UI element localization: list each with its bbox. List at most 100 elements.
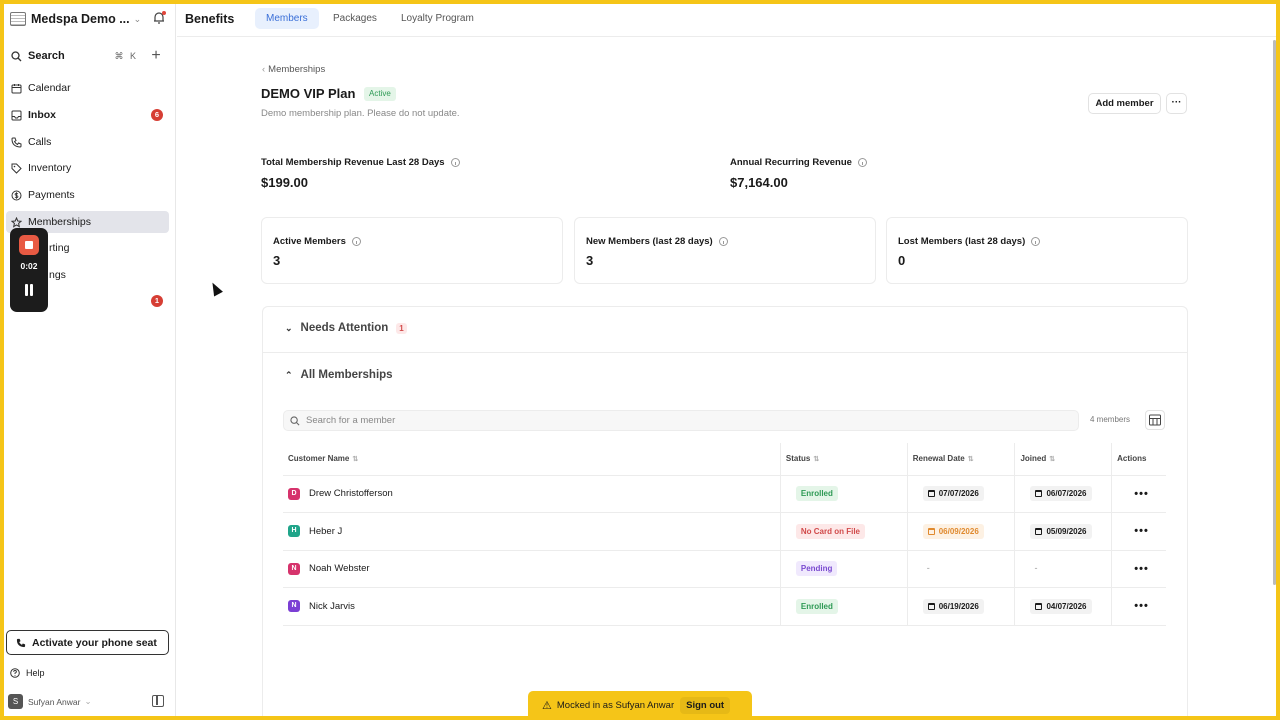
all-memberships-toggle[interactable]: ⌃ All Memberships	[285, 369, 393, 381]
renewal-date: 06/09/2026	[922, 523, 984, 539]
inbox-count-badge: 6	[151, 109, 163, 121]
sidebar-item-calls[interactable]: Calls	[6, 131, 169, 153]
customer-name[interactable]: Nick Jarvis	[309, 601, 355, 612]
row-actions-button[interactable]: •••	[1117, 525, 1166, 537]
joined-date: 06/07/2026	[1030, 486, 1092, 502]
date-text: 06/19/2026	[938, 601, 979, 611]
sidebar: Medspa Demo ... ⌄ Search ⌘ K + Calendar …	[0, 0, 176, 720]
sidebar-item-label: Calendar	[28, 82, 71, 94]
impersonation-banner: ⚠ Mocked in as Sufyan Anwar Sign out	[528, 691, 752, 720]
arr-label: Annual Recurring Revenue	[730, 157, 852, 168]
customer-name[interactable]: Noah Webster	[309, 563, 370, 574]
tab-packages[interactable]: Packages	[322, 8, 388, 29]
add-member-button[interactable]: Add member	[1088, 93, 1161, 114]
search-label: Search	[28, 50, 65, 62]
header-label: Customer Name	[288, 454, 350, 464]
columns-view-button[interactable]	[1145, 410, 1165, 430]
info-icon[interactable]	[450, 158, 460, 167]
user-menu[interactable]: S Sufyan Anwar ⌄	[8, 694, 92, 709]
column-header-status[interactable]: Status ⇅	[779, 443, 908, 476]
calendar-icon	[11, 83, 22, 93]
status-badge: Pending	[795, 561, 838, 577]
chevron-down-icon: ⌄	[84, 696, 92, 706]
phone-icon	[16, 638, 26, 647]
arr-value: $7,164.00	[730, 175, 788, 190]
table-row[interactable]: H Heber J No Card on File 06/09/2026 05/0…	[283, 512, 1166, 551]
revenue-value: $199.00	[261, 175, 308, 190]
header-label: Renewal Date	[912, 454, 965, 464]
info-icon[interactable]	[1031, 237, 1041, 246]
sidebar-item-inbox[interactable]: Inbox 6	[6, 104, 169, 126]
table-row[interactable]: D Drew Christofferson Enrolled 07/07/2026…	[283, 475, 1166, 513]
card-label: New Members (last 28 days)	[586, 236, 728, 247]
table-row[interactable]: N Nick Jarvis Enrolled 06/19/2026 04/07/2…	[283, 587, 1166, 626]
sort-icon: ⇅	[352, 456, 359, 464]
calendar-icon	[1035, 602, 1043, 610]
bell-icon[interactable]	[152, 11, 166, 25]
customer-name[interactable]: Heber J	[309, 526, 342, 537]
screen-recorder: 0:02	[10, 228, 48, 312]
divider	[262, 352, 1188, 353]
sidebar-item-inventory[interactable]: Inventory	[6, 157, 169, 179]
recording-timer: 0:02	[20, 261, 38, 271]
help-link[interactable]: Help	[10, 668, 45, 678]
activate-phone-seat-button[interactable]: Activate your phone seat	[6, 630, 169, 655]
customer-name[interactable]: Drew Christofferson	[309, 488, 393, 499]
avatar: H	[288, 525, 300, 538]
chevron-up-icon: ⌃	[285, 369, 293, 380]
table-icon	[1149, 414, 1161, 426]
member-search-input[interactable]	[306, 415, 1006, 426]
date-text: 04/07/2026	[1046, 601, 1087, 611]
collapse-sidebar-icon[interactable]	[152, 695, 164, 707]
revenue-label: Total Membership Revenue Last 28 Days	[261, 157, 445, 168]
phone-seat-label: Activate your phone seat	[32, 636, 157, 649]
scrollbar[interactable]	[1273, 40, 1276, 585]
plus-icon[interactable]: +	[148, 48, 164, 64]
sidebar-item-calendar[interactable]: Calendar	[6, 77, 169, 99]
card-label-text: Active Members	[273, 236, 346, 247]
help-icon	[10, 668, 20, 678]
sidebar-search[interactable]: Search ⌘ K	[6, 45, 142, 67]
column-header-customer[interactable]: Customer Name ⇅	[283, 443, 781, 476]
dollar-icon	[11, 190, 22, 200]
row-actions-button[interactable]: •••	[1117, 488, 1166, 500]
info-icon[interactable]	[857, 158, 867, 167]
workspace-switcher[interactable]: Medspa Demo ... ⌄	[10, 10, 170, 28]
member-search[interactable]	[283, 410, 1079, 431]
joined-date: 05/09/2026	[1030, 523, 1092, 539]
user-name: Sufyan Anwar	[28, 696, 81, 707]
column-header-renewal[interactable]: Renewal Date ⇅	[906, 443, 1015, 476]
info-icon[interactable]	[718, 237, 728, 246]
card-label-text: Lost Members (last 28 days)	[898, 236, 1026, 247]
column-header-joined[interactable]: Joined ⇅	[1014, 443, 1112, 476]
chevron-down-icon: ⌄	[133, 13, 142, 24]
plan-description: Demo membership plan. Please do not upda…	[261, 108, 460, 119]
search-shortcut: ⌘ K	[114, 50, 138, 61]
more-options-button[interactable]: ···	[1166, 93, 1187, 114]
inbox-icon	[11, 110, 22, 120]
needs-attention-toggle[interactable]: ⌄ Needs Attention 1	[285, 322, 407, 334]
help-label: Help	[26, 668, 45, 678]
sidebar-item-label: rting	[49, 242, 70, 254]
breadcrumb[interactable]: ‹ Memberships	[262, 64, 325, 75]
stop-recording-button[interactable]	[19, 235, 39, 255]
row-actions-button[interactable]: •••	[1117, 600, 1166, 612]
sidebar-item-payments[interactable]: Payments	[6, 184, 169, 206]
tab-members[interactable]: Members	[255, 8, 319, 29]
info-icon[interactable]	[351, 237, 361, 246]
row-actions-button[interactable]: •••	[1117, 563, 1166, 575]
workspace-logo	[10, 12, 26, 26]
pause-icon[interactable]	[24, 284, 35, 296]
status-badge: Active	[364, 87, 396, 101]
avatar: N	[288, 600, 300, 613]
tab-loyalty-program[interactable]: Loyalty Program	[390, 8, 485, 29]
date-text: 05/09/2026	[1046, 526, 1087, 536]
needs-attention-count: 1	[396, 322, 407, 334]
workspace-name: Medspa Demo ...	[31, 12, 130, 26]
sort-icon: ⇅	[1049, 456, 1056, 464]
stat-card-new-members: New Members (last 28 days) 3	[574, 217, 876, 284]
sign-out-button[interactable]: Sign out	[680, 697, 731, 714]
joined-date: 04/07/2026	[1030, 598, 1092, 614]
card-value: 0	[898, 253, 906, 268]
table-row[interactable]: N Noah Webster Pending - - •••	[283, 550, 1166, 588]
